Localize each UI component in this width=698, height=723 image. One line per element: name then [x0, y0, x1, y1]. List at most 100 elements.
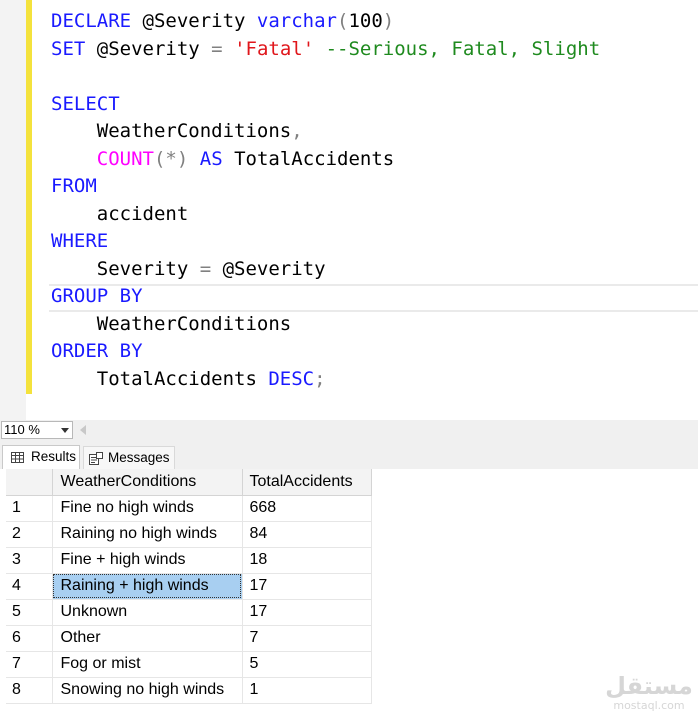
editor-gutter — [0, 0, 26, 420]
table-row[interactable]: 2 Raining no high winds 84 — [6, 521, 372, 548]
row-number[interactable]: 4 — [6, 573, 53, 600]
code-line[interactable]: accident — [51, 201, 600, 229]
code-token: DECLARE — [51, 10, 132, 32]
table-row[interactable]: 4 Raining + high winds 17 — [6, 573, 372, 600]
results-grid-pane: WeatherConditions TotalAccidents 1 Fine n… — [0, 469, 698, 723]
code-token: --Serious, Fatal, Slight — [314, 37, 601, 60]
code-token: COUNT — [96, 147, 154, 170]
table-row[interactable]: 5 Unknown 17 — [6, 599, 372, 626]
code-token: (*) — [153, 147, 189, 170]
code-token: WeatherConditions — [51, 120, 292, 142]
results-grid[interactable]: WeatherConditions TotalAccidents 1 Fine n… — [6, 469, 372, 704]
code-line[interactable]: TotalAccidents DESC; — [51, 366, 600, 394]
code-token: ; — [314, 367, 326, 390]
code-token: WHERE — [51, 230, 109, 252]
row-number[interactable]: 5 — [6, 599, 53, 626]
code-token: TotalAccidents — [51, 367, 269, 390]
table-row[interactable]: 6 Other 7 — [6, 625, 372, 652]
chevron-down-icon[interactable] — [61, 428, 69, 433]
sql-editor[interactable]: DECLARE @Severity varchar(100) SET @Sever… — [0, 0, 698, 420]
tab-messages[interactable]: Messages — [83, 446, 175, 470]
cell-weatherconditions[interactable]: Raining + high winds — [52, 573, 243, 600]
code-line[interactable]: SELECT — [51, 91, 600, 119]
column-header-totalaccidents[interactable]: TotalAccidents — [242, 469, 372, 496]
code-token: DESC — [268, 367, 315, 390]
zoom-dropdown[interactable]: 110 % — [1, 421, 73, 439]
cell-totalaccidents[interactable]: 17 — [242, 599, 372, 626]
cell-totalaccidents[interactable]: 18 — [242, 547, 372, 574]
cell-weatherconditions[interactable]: Fog or mist — [52, 651, 243, 678]
code-token: ( — [337, 10, 349, 32]
row-number[interactable]: 1 — [6, 495, 53, 522]
code-token: WeatherConditions — [51, 312, 292, 335]
code-line[interactable]: WeatherConditions — [51, 311, 600, 339]
grid-header-row: WeatherConditions TotalAccidents — [6, 469, 372, 496]
cell-totalaccidents[interactable]: 668 — [242, 495, 372, 522]
table-row[interactable]: 3 Fine + high winds 18 — [6, 547, 372, 574]
code-line[interactable]: Severity = @Severity — [51, 256, 600, 284]
tab-messages-label: Messages — [108, 450, 170, 465]
code-line[interactable]: WeatherConditions, — [51, 118, 600, 146]
code-token: = — [211, 37, 223, 60]
messages-icon — [89, 452, 103, 465]
cell-totalaccidents[interactable]: 84 — [242, 521, 372, 548]
code-line[interactable]: ORDER BY — [51, 338, 600, 366]
code-token: 'Fatal' — [234, 37, 315, 60]
row-number-header[interactable] — [6, 469, 53, 496]
cell-totalaccidents[interactable]: 7 — [242, 625, 372, 652]
code-token: GROUP BY — [51, 285, 143, 307]
code-token: SELECT — [51, 92, 120, 115]
code-token: FROM — [51, 175, 97, 197]
code-token: 100 — [348, 10, 383, 32]
cell-weatherconditions[interactable]: Other — [52, 625, 243, 652]
cell-weatherconditions[interactable]: Fine no high winds — [52, 495, 243, 522]
code-token: accident — [51, 202, 189, 225]
code-line[interactable] — [51, 63, 600, 91]
row-number[interactable]: 3 — [6, 547, 53, 574]
change-tracking-bar — [26, 0, 32, 394]
cell-totalaccidents[interactable]: 1 — [242, 677, 372, 704]
code-line[interactable]: SET @Severity = 'Fatal' --Serious, Fatal… — [51, 36, 600, 64]
code-line[interactable]: FROM — [51, 173, 600, 201]
cell-weatherconditions[interactable]: Fine + high winds — [52, 547, 243, 574]
table-row[interactable]: 8 Snowing no high winds 1 — [6, 677, 372, 704]
row-number[interactable]: 2 — [6, 521, 53, 548]
code-token: @Severity — [85, 37, 212, 60]
code-token: ) — [382, 10, 395, 32]
column-header-weatherconditions[interactable]: WeatherConditions — [52, 469, 243, 496]
cell-weatherconditions[interactable]: Raining no high winds — [52, 521, 243, 548]
tab-results-label: Results — [31, 449, 77, 464]
code-token: = — [199, 257, 212, 280]
sql-code[interactable]: DECLARE @Severity varchar(100) SET @Sever… — [51, 8, 600, 393]
code-line[interactable]: DECLARE @Severity varchar(100) — [51, 8, 600, 36]
code-token: @Severity — [131, 10, 257, 32]
code-line[interactable]: GROUP BY — [51, 283, 600, 311]
table-row[interactable]: 7 Fog or mist 5 — [6, 651, 372, 678]
code-line[interactable]: COUNT(*) AS TotalAccidents — [51, 146, 600, 174]
cell-totalaccidents[interactable]: 17 — [242, 573, 372, 600]
cell-totalaccidents[interactable]: 5 — [242, 651, 372, 678]
row-number[interactable]: 6 — [6, 625, 53, 652]
table-row[interactable]: 1 Fine no high winds 668 — [6, 495, 372, 522]
code-token: SET — [51, 37, 86, 60]
results-tab-strip: Results Messages — [0, 442, 698, 470]
scroll-left-arrow-icon[interactable] — [80, 425, 86, 435]
code-token: @Severity — [211, 257, 326, 280]
code-token: Severity — [51, 257, 200, 280]
watermark-logo: مستقل mostaql.com — [604, 673, 694, 712]
grid-icon — [11, 452, 24, 463]
zoom-value: 110 % — [4, 422, 40, 437]
code-token: AS — [199, 147, 223, 170]
cell-weatherconditions[interactable]: Unknown — [52, 599, 243, 626]
row-number[interactable]: 7 — [6, 651, 53, 678]
tab-results[interactable]: Results — [2, 445, 80, 470]
code-token: , — [291, 120, 303, 142]
code-line[interactable]: WHERE — [51, 228, 600, 256]
row-number[interactable]: 8 — [6, 677, 53, 704]
cell-weatherconditions[interactable]: Snowing no high winds — [52, 677, 243, 704]
watermark-url: mostaql.com — [613, 699, 685, 712]
code-token: varchar — [256, 10, 337, 32]
